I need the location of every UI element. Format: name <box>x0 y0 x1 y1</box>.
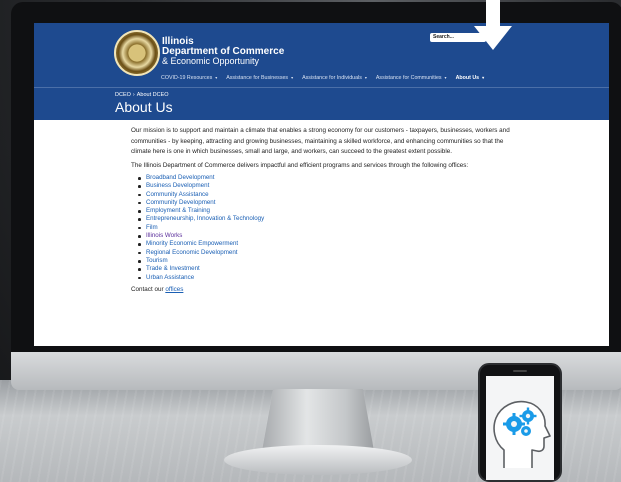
nav-item-about-us[interactable]: About Us ▾ <box>456 73 485 83</box>
nav-item-label: Assistance for Individuals <box>302 75 362 81</box>
office-link-tourism[interactable]: Tourism <box>138 257 516 265</box>
office-link-employment-training[interactable]: Employment & Training <box>138 207 516 215</box>
offices-link[interactable]: offices <box>165 286 183 293</box>
chevron-down-icon: ▾ <box>291 75 294 80</box>
logo-title-subtitle[interactable]: & Economic Opportunity <box>162 57 259 66</box>
monitor-stand <box>262 389 374 451</box>
office-link-business-development[interactable]: Business Development <box>138 182 516 190</box>
office-link-community-development[interactable]: Community Development <box>138 199 516 207</box>
nav-item-individuals[interactable]: Assistance for Individuals ▾ <box>302 73 367 83</box>
office-link-regional-economic[interactable]: Regional Economic Development <box>138 249 516 257</box>
main-navigation: COVID-19 Resources ▾ Assistance for Busin… <box>161 73 484 83</box>
state-seal-logo[interactable] <box>114 30 160 76</box>
nav-item-communities[interactable]: Assistance for Communities ▾ <box>376 73 447 83</box>
office-link-trade-investment[interactable]: Trade & Investment <box>138 265 516 273</box>
smartphone <box>478 363 562 482</box>
nav-item-label: Assistance for Businesses <box>226 75 289 81</box>
main-content: Our mission is to support and maintain a… <box>131 126 516 295</box>
breadcrumb-dceo[interactable]: DCEO <box>115 92 131 98</box>
office-link-community-assistance[interactable]: Community Assistance <box>138 191 516 199</box>
page-title-band: DCEO › About DCEO About Us <box>34 87 609 120</box>
mission-paragraph: Our mission is to support and maintain a… <box>131 127 510 155</box>
pointer-arrow-shaft <box>486 0 500 27</box>
chevron-down-icon: ▾ <box>444 75 447 80</box>
chevron-down-icon: ▾ <box>482 75 485 80</box>
breadcrumb-about-dceo[interactable]: About DCEO <box>137 92 169 98</box>
chevron-down-icon: ▾ <box>364 75 367 80</box>
chevron-down-icon: ▾ <box>215 75 218 80</box>
contact-prefix: Contact our <box>131 285 166 293</box>
intro-paragraph: The Illinois Department of Commerce deli… <box>131 161 469 169</box>
monitor-stand-base <box>224 445 412 475</box>
phone-speaker <box>513 370 527 372</box>
page-title: About Us <box>115 99 173 115</box>
contact-line: Contact our offices <box>131 285 516 295</box>
phone-screen <box>486 376 554 480</box>
office-link-broadband[interactable]: Broadband Development <box>138 174 516 182</box>
offices-list: Broadband Development Business Developme… <box>131 174 516 282</box>
office-link-illinois-works[interactable]: Illinois Works <box>138 232 516 240</box>
nav-item-label: COVID-19 Resources <box>161 75 213 81</box>
office-link-entrepreneurship[interactable]: Entrepreneurship, Innovation & Technolog… <box>138 215 516 223</box>
website-screen: Illinois Department of Commerce & Econom… <box>34 23 609 346</box>
breadcrumb: DCEO › About DCEO <box>115 92 169 98</box>
nav-item-label: About Us <box>455 75 480 81</box>
site-header: Illinois Department of Commerce & Econom… <box>34 23 609 87</box>
office-link-minority-economic[interactable]: Minority Economic Empowerment <box>138 240 516 248</box>
office-link-urban-assistance[interactable]: Urban Assistance <box>138 274 516 282</box>
down-arrow-icon <box>474 26 512 50</box>
nav-item-businesses[interactable]: Assistance for Businesses ▾ <box>226 73 293 83</box>
nav-item-label: Assistance for Communities <box>375 75 442 81</box>
chevron-right-icon: › <box>132 92 135 98</box>
head-gears-icon <box>493 400 551 468</box>
nav-item-covid[interactable]: COVID-19 Resources ▾ <box>161 73 217 83</box>
office-link-film[interactable]: Film <box>138 224 516 232</box>
